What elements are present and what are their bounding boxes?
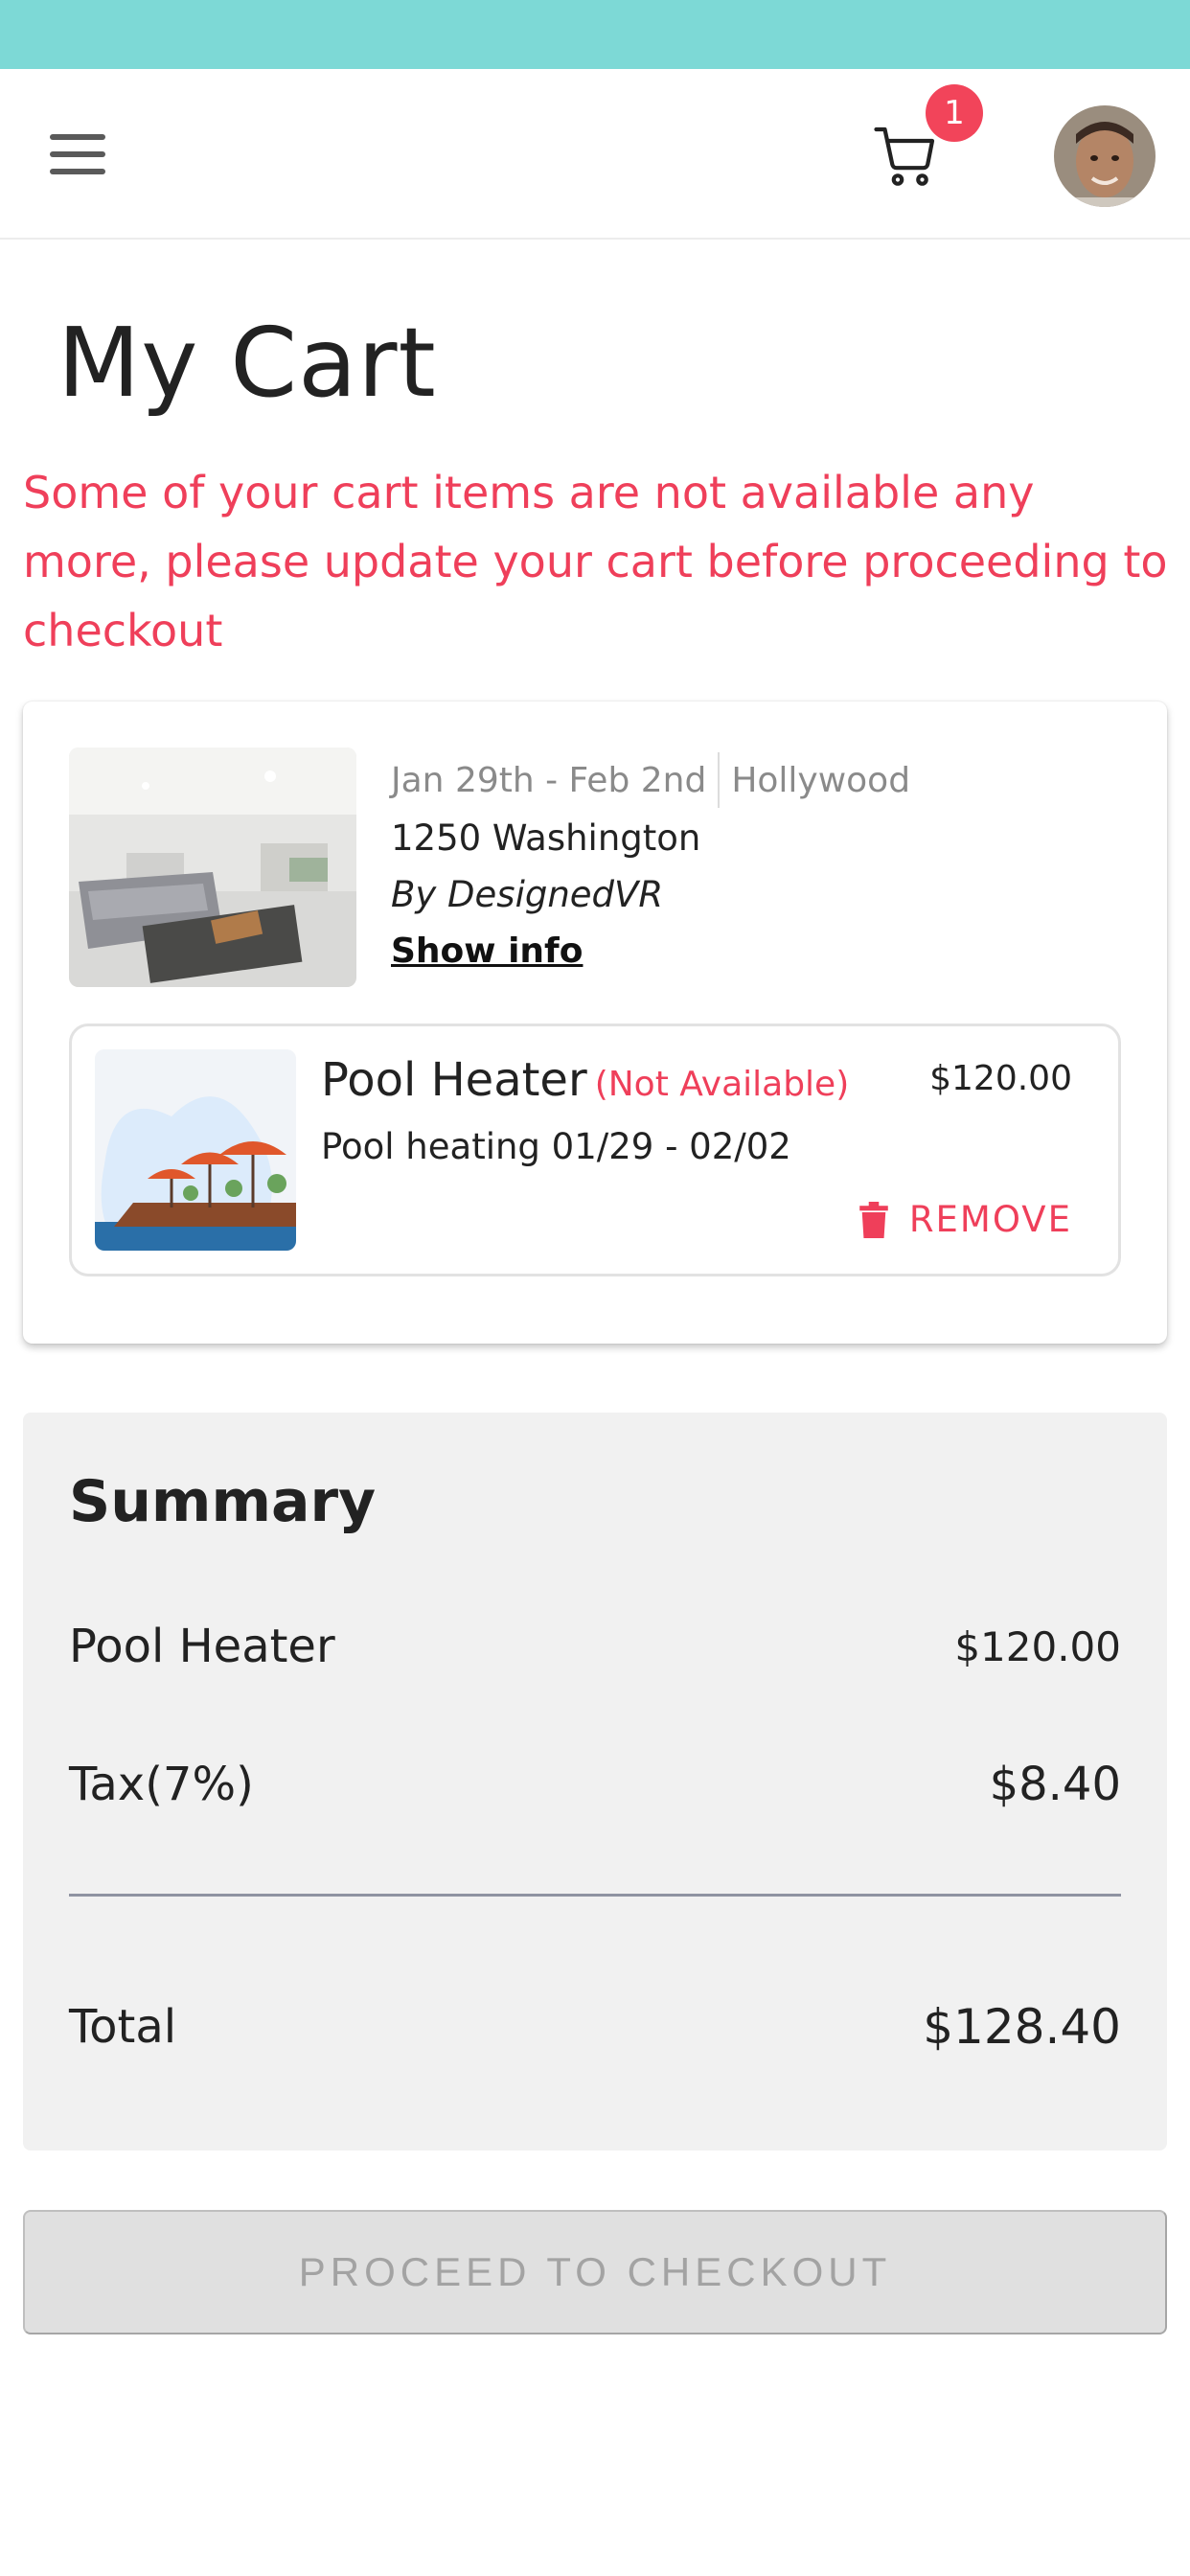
booking-dates: Jan 29th - Feb 2nd [391, 760, 707, 800]
summary-tax-row: Tax(7%) $8.40 [69, 1758, 1121, 1811]
divider [718, 752, 721, 808]
hamburger-menu-icon[interactable] [50, 134, 109, 176]
booking-card: Jan 29th - Feb 2nd Hollywood 1250 Washin… [23, 702, 1167, 1344]
trash-icon [859, 1201, 888, 1238]
property-photo [69, 748, 356, 987]
tax-label: Tax(7%) [69, 1758, 254, 1811]
total-label: Total [69, 2000, 177, 2054]
cart-count-badge: 1 [926, 84, 983, 142]
summary-total-row: Total $128.40 [69, 1999, 1121, 2055]
app-bar: 1 [0, 69, 1190, 240]
summary-title: Summary [69, 1468, 377, 1535]
summary-item-label: Pool Heater [69, 1620, 335, 1673]
order-summary: Summary Pool Heater $120.00 Tax(7%) $8.4… [23, 1413, 1167, 2150]
unavailable-warning: Some of your cart items are not availabl… [23, 467, 1168, 656]
addon-title: Pool Heater (Not Available) [321, 1053, 849, 1107]
summary-item-value: $120.00 [954, 1622, 1121, 1670]
property-info: Jan 29th - Feb 2nd Hollywood 1250 Washin… [391, 751, 910, 971]
tax-value: $8.40 [989, 1758, 1121, 1811]
booking-location: Hollywood [731, 760, 911, 800]
proceed-to-checkout-button[interactable]: PROCEED TO CHECKOUT [23, 2210, 1167, 2334]
total-value: $128.40 [923, 1999, 1121, 2055]
page-title: My Cart [57, 307, 437, 419]
addon-price: $120.00 [929, 1059, 1072, 1098]
summary-item-row: Pool Heater $120.00 [69, 1620, 1121, 1673]
summary-divider [69, 1894, 1121, 1897]
user-avatar[interactable] [1054, 105, 1156, 207]
status-bar [0, 0, 1190, 69]
property-host: By DesignedVR [391, 874, 664, 915]
remove-label: REMOVE [908, 1199, 1072, 1240]
addon-name: Pool Heater [321, 1053, 587, 1107]
remove-button[interactable]: REMOVE [859, 1199, 1072, 1240]
booking-dates-row: Jan 29th - Feb 2nd Hollywood [391, 751, 910, 809]
show-info-link[interactable]: Show info [391, 932, 583, 971]
availability-status: (Not Available) [594, 1065, 850, 1104]
pool-heater-image [95, 1049, 296, 1251]
property-address: 1250 Washington [391, 817, 701, 859]
addon-card: Pool Heater (Not Available) $120.00 Pool … [69, 1024, 1121, 1276]
addon-description: Pool heating 01/29 - 02/02 [321, 1126, 791, 1167]
